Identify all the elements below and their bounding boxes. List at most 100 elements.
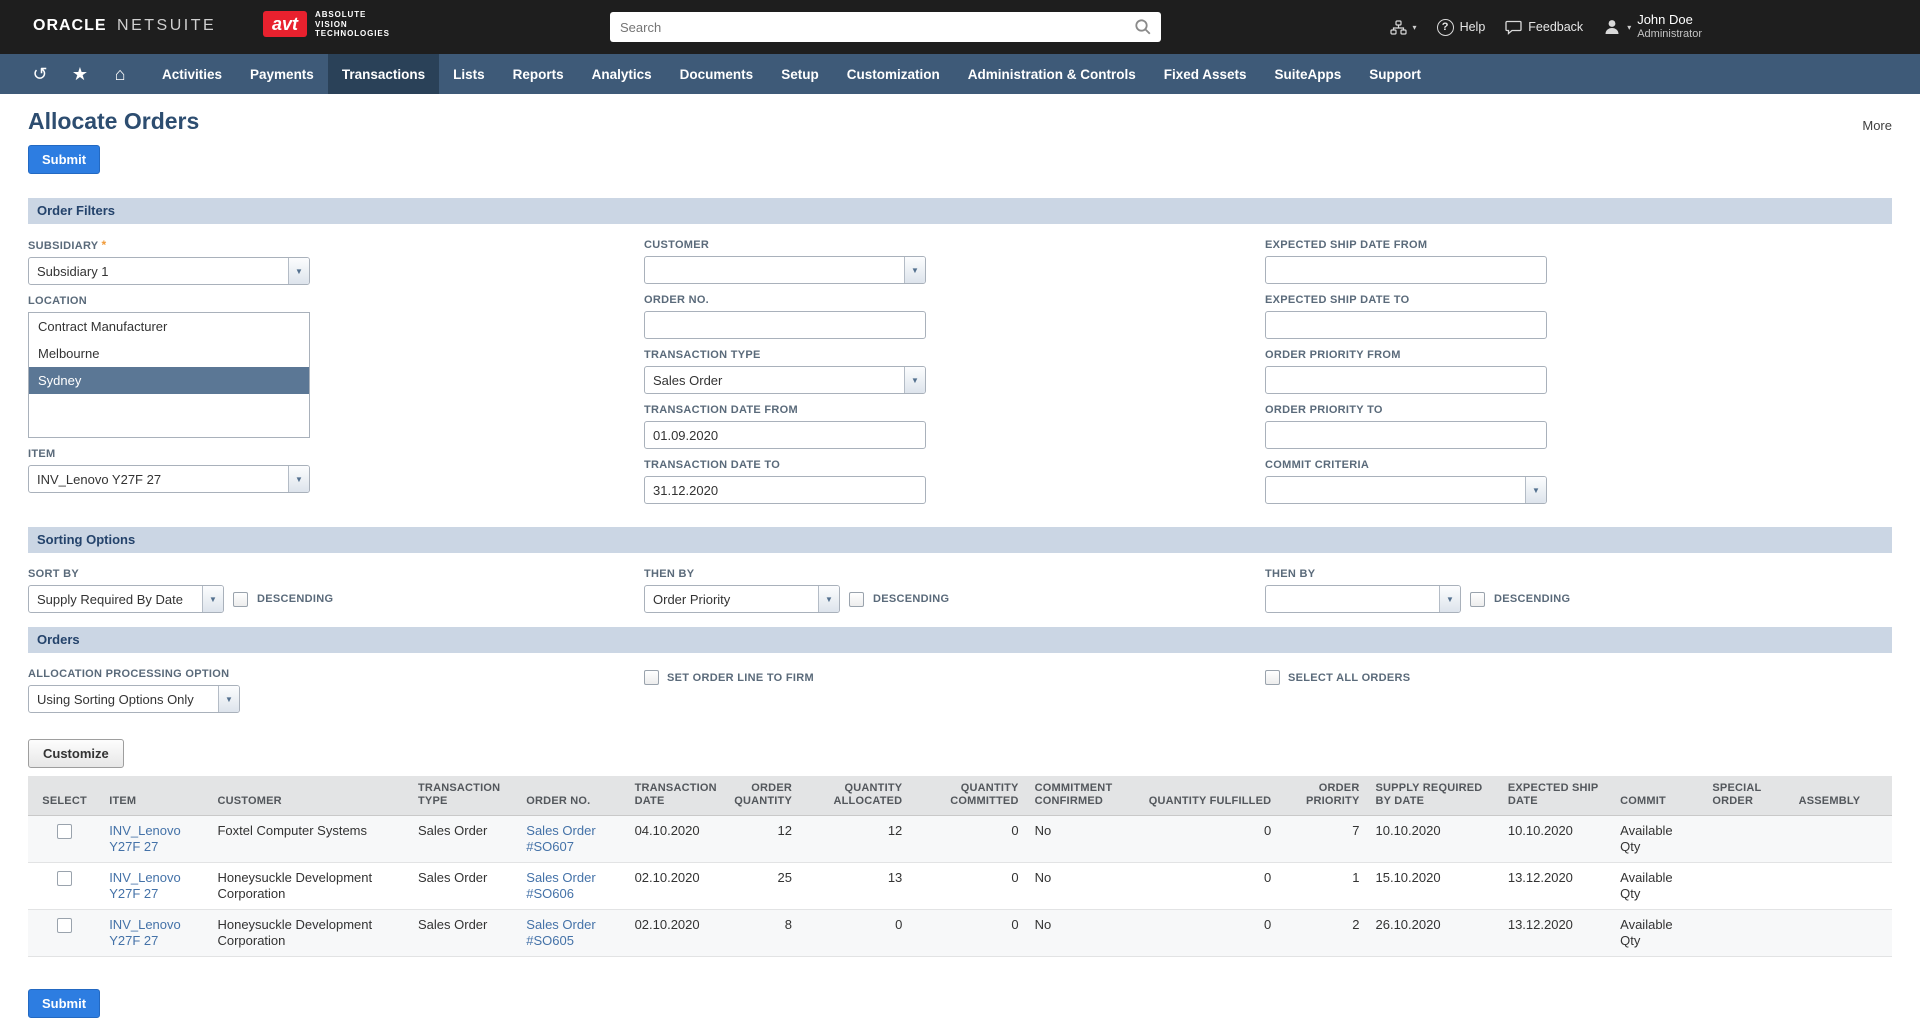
set-order-line-to-firm-checkbox[interactable] — [644, 670, 659, 685]
item-link[interactable]: INV_Lenovo Y27F 27 — [109, 917, 181, 948]
nav-item-support[interactable]: Support — [1355, 54, 1435, 94]
nav-item-analytics[interactable]: Analytics — [578, 54, 666, 94]
page-content: Allocate Orders More Submit Order Filter… — [0, 108, 1920, 1018]
customer-label: CUSTOMER — [644, 238, 1265, 252]
dropdown-arrow-icon[interactable]: ▼ — [818, 586, 839, 612]
section-title: Order Filters — [37, 203, 115, 218]
descending-label: DESCENDING — [257, 593, 333, 605]
customize-button[interactable]: Customize — [28, 739, 124, 768]
then-by-1-select[interactable]: Order Priority ▼ — [644, 585, 840, 613]
caret-down-icon: ▾ — [1413, 23, 1417, 32]
avt-logo-line: VISION — [315, 20, 390, 30]
order-no-link[interactable]: Sales Order #SO605 — [526, 917, 595, 948]
quantity-fulfilled-cell: 0 — [1139, 816, 1279, 863]
order-no-link[interactable]: Sales Order #SO606 — [526, 870, 595, 901]
expected-ship-date-to-input[interactable] — [1265, 311, 1547, 339]
special-order-cell — [1704, 910, 1790, 957]
location-option-contract-manufacturer[interactable]: Contract Manufacturer — [29, 313, 309, 340]
dropdown-arrow-icon[interactable]: ▼ — [904, 257, 925, 283]
title-row: Allocate Orders More — [28, 108, 1892, 135]
select-all-orders-checkbox[interactable] — [1265, 670, 1280, 685]
row-select-checkbox[interactable] — [57, 871, 72, 886]
transaction-date-cell: 04.10.2020 — [627, 816, 722, 863]
item-link[interactable]: INV_Lenovo Y27F 27 — [109, 823, 181, 854]
transaction-date-from-input[interactable] — [644, 421, 926, 449]
dropdown-arrow-icon[interactable]: ▼ — [1525, 477, 1546, 503]
roles-menu[interactable]: ▾ — [1390, 20, 1417, 35]
recents-icon[interactable]: ↺ — [24, 54, 56, 94]
transaction-date-cell: 02.10.2020 — [627, 910, 722, 957]
avt-logo-line: TECHNOLOGIES — [315, 29, 390, 39]
feedback-button[interactable]: Feedback — [1505, 20, 1583, 35]
nav-item-activities[interactable]: Activities — [148, 54, 236, 94]
dropdown-arrow-icon[interactable]: ▼ — [288, 466, 309, 492]
order-priority-from-field: ORDER PRIORITY FROM — [1265, 348, 1892, 394]
row-select-checkbox[interactable] — [57, 918, 72, 933]
item-link[interactable]: INV_Lenovo Y27F 27 — [109, 870, 181, 901]
nav-item-fixed-assets[interactable]: Fixed Assets — [1150, 54, 1261, 94]
dropdown-arrow-icon[interactable]: ▼ — [218, 686, 239, 712]
nav-item-transactions[interactable]: Transactions — [328, 54, 439, 94]
col-header-quantity-committed: QUANTITY COMMITTED — [910, 776, 1026, 816]
order-priority-from-input[interactable] — [1265, 366, 1547, 394]
customer-select[interactable]: ▼ — [644, 256, 926, 284]
dropdown-arrow-icon[interactable]: ▼ — [904, 367, 925, 393]
nav-item-setup[interactable]: Setup — [767, 54, 833, 94]
home-icon[interactable]: ⌂ — [104, 54, 136, 94]
order-no-cell: Sales Order #SO607 — [518, 816, 626, 863]
submit-button-top[interactable]: Submit — [28, 145, 100, 174]
dropdown-arrow-icon[interactable]: ▼ — [1439, 586, 1460, 612]
nav-item-lists[interactable]: Lists — [439, 54, 499, 94]
transaction-type-cell: Sales Order — [410, 863, 518, 910]
subsidiary-select[interactable]: Subsidiary 1 ▼ — [28, 257, 310, 285]
search-input[interactable] — [610, 12, 1161, 42]
more-link[interactable]: More — [1862, 118, 1892, 135]
user-menu[interactable]: ▾ John Doe Administrator — [1603, 13, 1702, 41]
nav-item-reports[interactable]: Reports — [499, 54, 578, 94]
nav-item-documents[interactable]: Documents — [666, 54, 768, 94]
transaction-date-to-input[interactable] — [644, 476, 926, 504]
special-order-cell — [1704, 816, 1790, 863]
selected-value: Order Priority — [645, 592, 818, 607]
location-listbox[interactable]: Contract ManufacturerMelbourneSydney — [28, 312, 310, 438]
quantity-fulfilled-cell: 0 — [1139, 863, 1279, 910]
dropdown-arrow-icon[interactable]: ▼ — [288, 258, 309, 284]
item-select[interactable]: INV_Lenovo Y27F 27 ▼ — [28, 465, 310, 493]
row-select-checkbox[interactable] — [57, 824, 72, 839]
help-button[interactable]: ? Help — [1437, 19, 1486, 36]
supply-required-by-date-cell: 26.10.2020 — [1368, 910, 1500, 957]
sort-by-select[interactable]: Supply Required By Date ▼ — [28, 585, 224, 613]
selected-value: INV_Lenovo Y27F 27 — [29, 472, 288, 487]
nav-item-suiteapps[interactable]: SuiteApps — [1261, 54, 1356, 94]
nav-item-payments[interactable]: Payments — [236, 54, 328, 94]
location-option-melbourne[interactable]: Melbourne — [29, 340, 309, 367]
location-option-sydney[interactable]: Sydney — [29, 367, 309, 394]
expected-ship-date-to-field: EXPECTED SHIP DATE TO — [1265, 293, 1892, 339]
sort-by-descending-checkbox[interactable] — [233, 592, 248, 607]
then-by-2-descending-checkbox[interactable] — [1470, 592, 1485, 607]
then-by-1-cell: THEN BY Order Priority ▼ DESCENDING — [644, 567, 1265, 613]
commitment-confirmed-cell: No — [1027, 910, 1139, 957]
transaction-type-select[interactable]: Sales Order ▼ — [644, 366, 926, 394]
then-by-1-descending-checkbox[interactable] — [849, 592, 864, 607]
shortcuts-star-icon[interactable]: ★ — [64, 54, 96, 94]
submit-button-bottom[interactable]: Submit — [28, 989, 100, 1018]
nav-item-customization[interactable]: Customization — [833, 54, 954, 94]
item-cell: INV_Lenovo Y27F 27 — [101, 863, 209, 910]
search-icon[interactable] — [1134, 18, 1152, 36]
order-priority-to-input[interactable] — [1265, 421, 1547, 449]
order-row: INV_Lenovo Y27F 27Honeysuckle Developmen… — [28, 910, 1892, 957]
then-by-2-select[interactable]: ▼ — [1265, 585, 1461, 613]
order-no-link[interactable]: Sales Order #SO607 — [526, 823, 595, 854]
commit-criteria-select[interactable]: ▼ — [1265, 476, 1547, 504]
set-order-line-to-firm-label: SET ORDER LINE TO FIRM — [667, 672, 814, 684]
order-no-input[interactable] — [644, 311, 926, 339]
order-no-cell: Sales Order #SO605 — [518, 910, 626, 957]
transaction-type-cell: Sales Order — [410, 910, 518, 957]
nav-item-administration-controls[interactable]: Administration & Controls — [954, 54, 1150, 94]
dropdown-arrow-icon[interactable]: ▼ — [202, 586, 223, 612]
expected-ship-date-from-input[interactable] — [1265, 256, 1547, 284]
allocation-processing-option-select[interactable]: Using Sorting Options Only ▼ — [28, 685, 240, 713]
col-header-commitment-confirmed: COMMITMENT CONFIRMED — [1027, 776, 1139, 816]
transaction-type-label: TRANSACTION TYPE — [644, 348, 1265, 362]
